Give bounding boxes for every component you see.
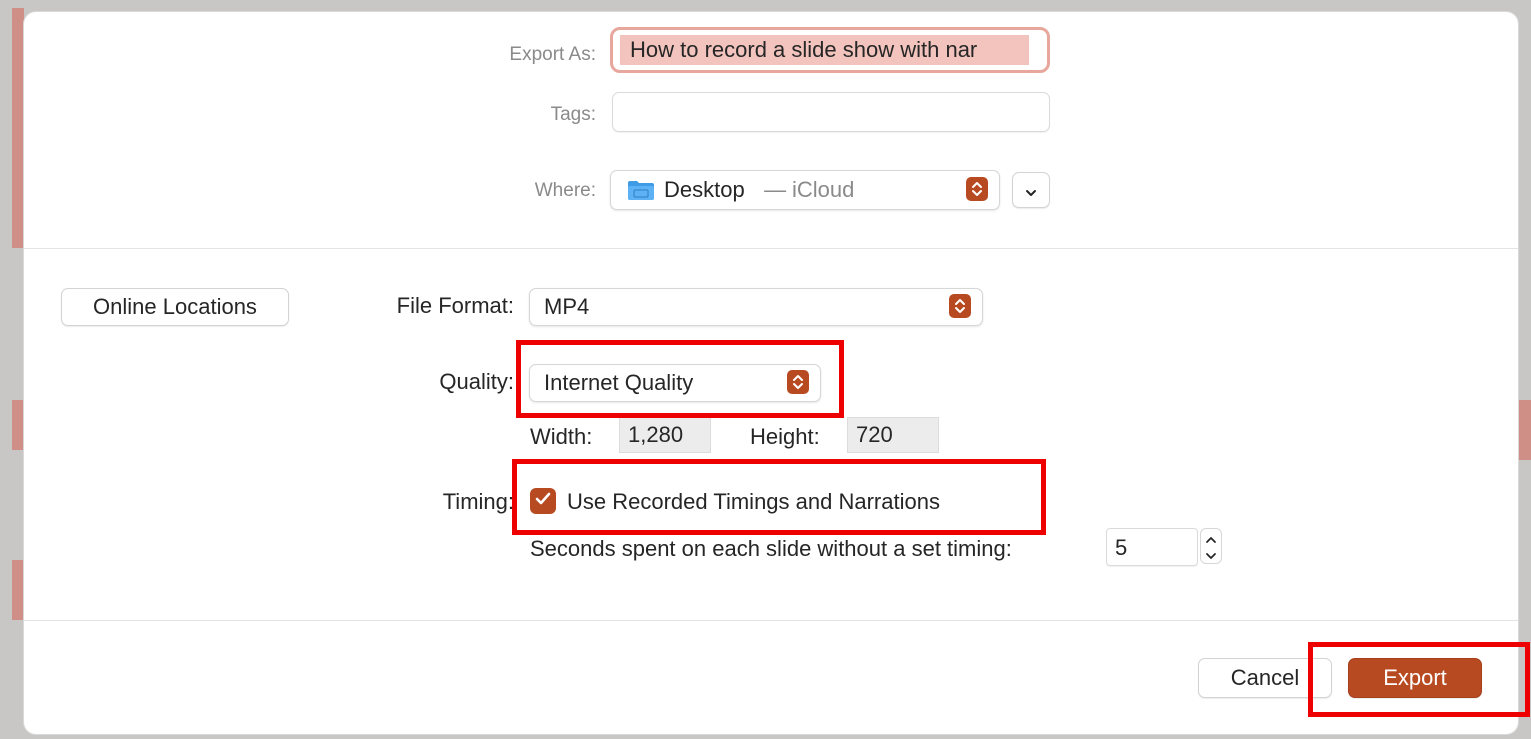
file-format-popup[interactable]: MP4 [529,288,983,326]
cancel-label: Cancel [1230,665,1300,690]
top-divider [24,248,1518,249]
file-format-label: File Format: [396,293,514,318]
folder-icon [627,179,655,201]
where-chevrons-icon [966,177,988,201]
tags-label: Tags: [550,104,596,125]
seconds-field[interactable]: 5 [1106,528,1198,566]
seconds-label: Seconds spent on each slide without a se… [530,536,1012,561]
where-label: Where: [534,180,596,201]
bottom-divider [24,620,1518,621]
where-separator: — [758,177,793,202]
where-location: Desktop [664,177,745,202]
expand-button[interactable] [1012,172,1050,208]
background-window-edge [1519,400,1531,460]
seconds-stepper[interactable] [1200,528,1222,564]
seconds-value: 5 [1115,535,1128,560]
timing-highlight-box [512,459,1046,535]
height-value: 720 [856,422,893,447]
export-highlight-box [1308,642,1530,717]
width-value: 1,280 [628,422,684,447]
online-locations-label: Online Locations [93,294,257,319]
export-as-field[interactable]: How to record a slide show with nar [610,27,1050,73]
quality-label: Quality: [439,369,514,394]
timing-label: Timing: [442,489,514,514]
width-field[interactable]: 1,280 [619,417,711,453]
background-window-edge [12,560,24,620]
background-window-edge [12,400,24,450]
background-window-edge [12,8,24,248]
export-as-value: How to record a slide show with nar [630,37,978,62]
height-field[interactable]: 720 [847,417,939,453]
export-dialog: Export As: How to record a slide show wi… [24,12,1530,734]
tags-field[interactable] [612,92,1050,132]
quality-highlight-box [516,340,844,418]
width-label: Width: [530,424,593,449]
stepper-down-icon[interactable] [1205,548,1217,566]
file-format-value: MP4 [544,294,590,319]
where-service: iCloud [792,177,855,202]
export-as-label: Export As: [509,44,596,65]
chevron-down-icon [1025,177,1037,203]
where-popup[interactable]: Desktop — iCloud [610,170,1000,210]
online-locations-button[interactable]: Online Locations [61,288,289,326]
file-format-chevrons-icon [949,294,971,318]
height-label: Height: [750,424,820,449]
